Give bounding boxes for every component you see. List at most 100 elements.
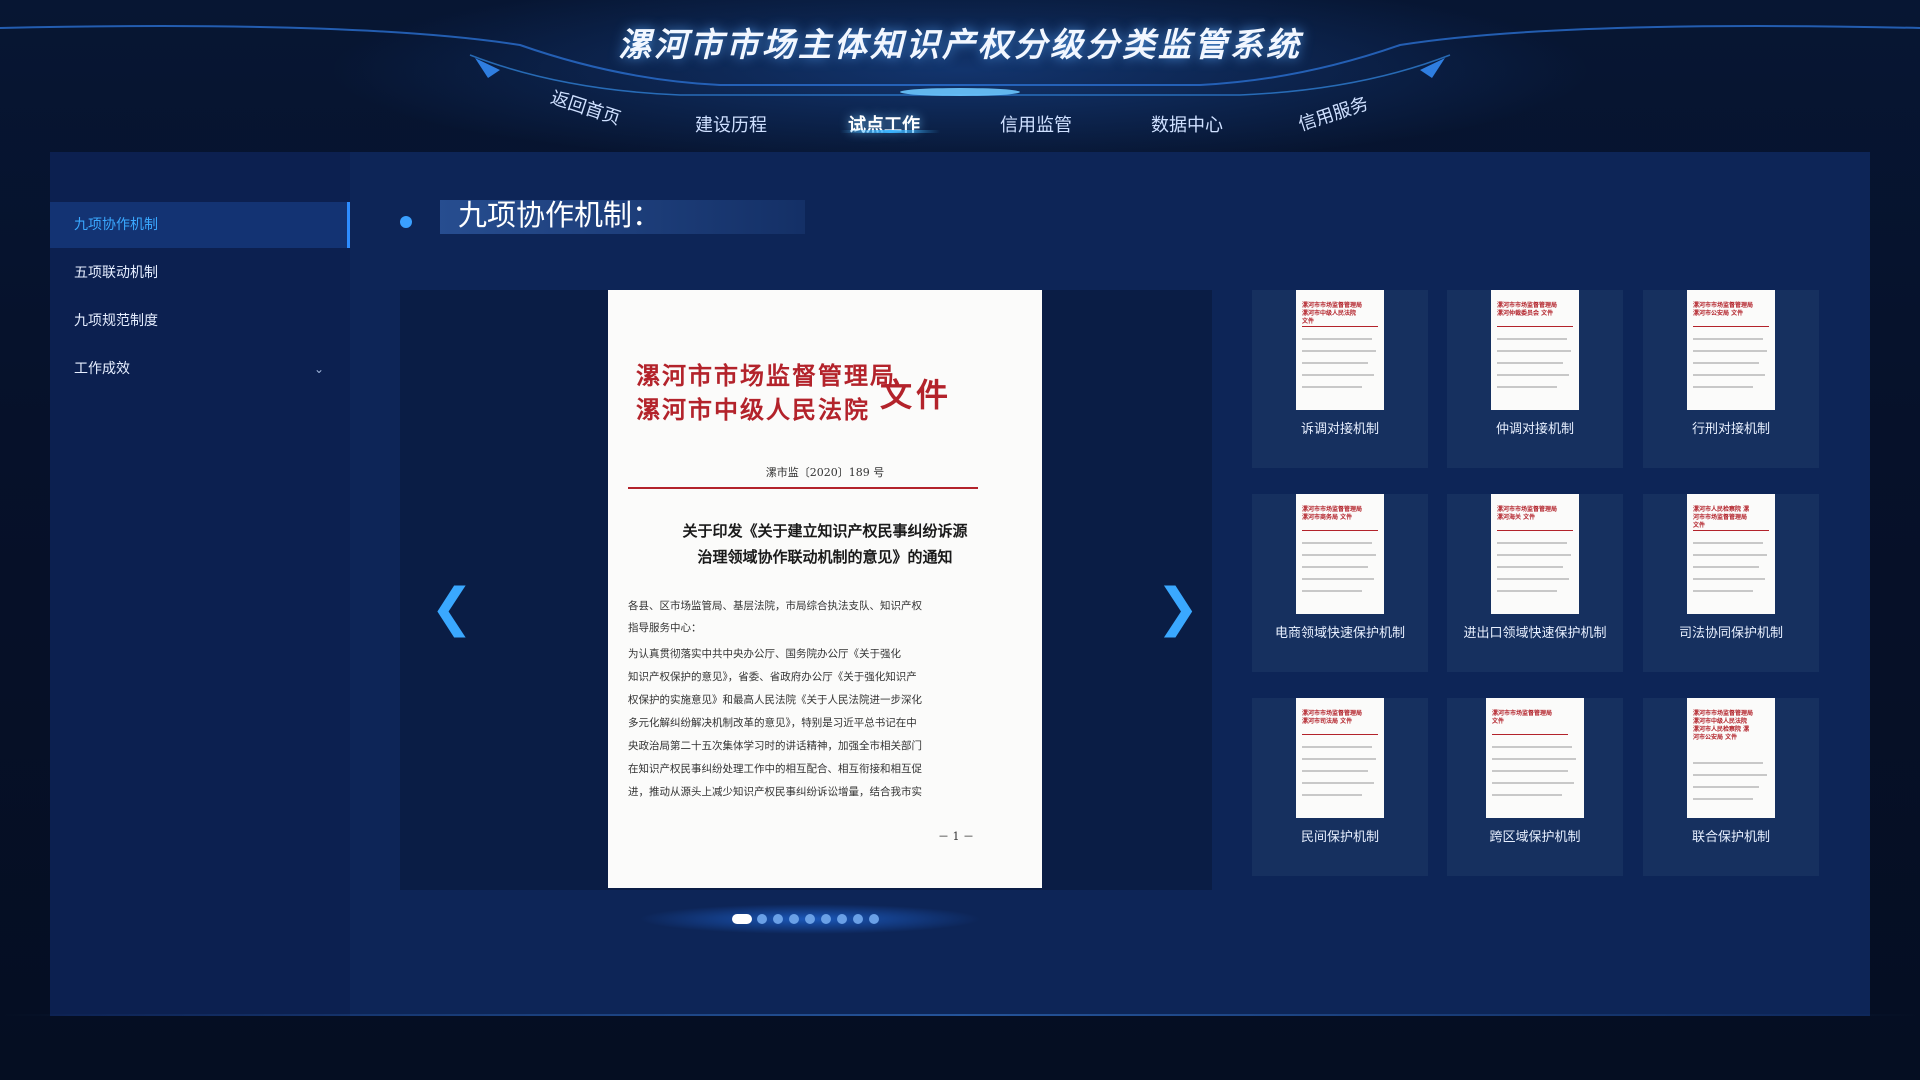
thumbnail-doc-line xyxy=(1693,386,1753,388)
thumbnail-doc-rule xyxy=(1693,326,1769,327)
thumbnail-doc-line xyxy=(1693,338,1763,340)
sidebar-item-work-results[interactable]: 工作成效 ⌄ xyxy=(50,346,350,392)
carousel-dot-3[interactable] xyxy=(773,914,783,924)
thumbnail-doc-line xyxy=(1693,590,1753,592)
thumbnail-doc-line xyxy=(1497,542,1567,544)
doc-body-line: 多元化解纠纷解决机制改革的意见》，特别是习近平总书记在中 xyxy=(628,717,917,729)
sidebar: 九项协作机制 五项联动机制 九项规范制度 工作成效 ⌄ xyxy=(50,152,350,1016)
doc-page-number: － 1 － xyxy=(938,830,974,843)
thumbnail-card[interactable]: 漯河市市场监督管理局 漯河市司法局 文件 民间保护机制 xyxy=(1252,698,1428,876)
section-bullet xyxy=(400,216,412,228)
thumbnail-doc-line xyxy=(1302,782,1374,784)
nav-active-indicator xyxy=(840,130,940,133)
nav-history[interactable]: 建设历程 xyxy=(695,111,767,137)
thumbnail-doc-line xyxy=(1302,386,1362,388)
thumbnail-doc-line xyxy=(1302,362,1368,364)
doc-file-mark: 文件 xyxy=(880,376,953,414)
thumbnail-doc-line xyxy=(1497,554,1571,556)
thumbnail-card[interactable]: 漯河市市场监督管理局 漯河仲裁委员会 文件 仲调对接机制 xyxy=(1447,290,1623,468)
carousel-dot-6[interactable] xyxy=(821,914,831,924)
doc-headline: 关于印发《关于建立知识产权民事纠纷诉源 xyxy=(682,522,968,540)
thumbnail-doc-line xyxy=(1302,566,1368,568)
doc-body-line: 权保护的实施意见》和最高人民法院《关于人民法院进一步深化 xyxy=(628,694,922,706)
thumbnail-doc-head: 漯河市市场监督管理局 漯河市中级人民法院 文件 xyxy=(1302,302,1363,325)
chevron-right-icon[interactable]: ❯ xyxy=(1156,582,1200,634)
thumbnail-label: 联合保护机制 xyxy=(1691,830,1770,845)
sidebar-item-label: 工作成效 xyxy=(74,361,130,377)
thumbnail-image: 漯河市市场监督管理局 漯河市司法局 文件 xyxy=(1296,698,1384,818)
sidebar-item-five-linkage[interactable]: 五项联动机制 xyxy=(50,250,350,296)
carousel-dot-1[interactable] xyxy=(732,914,752,924)
thumbnail-doc-line xyxy=(1693,362,1759,364)
thumbnail-doc-head: 漯河市市场监督管理局 漯河市商务局 文件 xyxy=(1302,506,1363,521)
thumbnail-label: 司法协同保护机制 xyxy=(1678,626,1783,641)
chevron-left-icon[interactable]: ❮ xyxy=(430,582,474,634)
thumbnail-doc-line xyxy=(1302,350,1376,352)
sidebar-item-nine-cooperation[interactable]: 九项协作机制 xyxy=(50,202,350,248)
document-preview[interactable]: 漯河市市场监督管理局 漯河市中级人民法院 文件 漯市监〔2020〕189 号 关… xyxy=(608,290,1042,888)
thumbnail-doc-line xyxy=(1693,374,1765,376)
carousel-dot-7[interactable] xyxy=(837,914,847,924)
thumbnail-image: 漯河市市场监督管理局 漯河海关 文件 xyxy=(1491,494,1579,614)
thumbnail-doc-line xyxy=(1302,374,1374,376)
thumbnail-doc-rule xyxy=(1302,326,1378,327)
carousel-dot-5[interactable] xyxy=(805,914,815,924)
thumbnail-label: 诉调对接机制 xyxy=(1300,422,1379,437)
thumbnail-doc-line xyxy=(1693,542,1763,544)
thumbnail-doc-head: 漯河市市场监督管理局 漯河海关 文件 xyxy=(1497,506,1558,521)
thumbnail-card[interactable]: 漯河市市场监督管理局 漯河海关 文件 进出口领域快速保护机制 xyxy=(1447,494,1623,672)
carousel-dot-9[interactable] xyxy=(869,914,879,924)
thumbnail-doc-line xyxy=(1693,554,1767,556)
sidebar-item-label: 五项联动机制 xyxy=(74,265,158,281)
thumbnail-doc-line xyxy=(1497,590,1557,592)
thumbnail-doc-head: 漯河市市场监督管理局 漯河市中级人民法院 漯河市人民检察院 漯河市公安局 文件 xyxy=(1693,710,1754,741)
carousel-dot-8[interactable] xyxy=(853,914,863,924)
thumbnail-doc-line xyxy=(1693,566,1759,568)
nav-pilot-work[interactable]: 试点工作 xyxy=(848,111,920,137)
thumbnail-card[interactable]: 漯河市市场监督管理局 漯河市中级人民法院 漯河市人民检察院 漯河市公安局 文件 … xyxy=(1643,698,1819,876)
thumbnail-doc-line xyxy=(1302,542,1372,544)
thumbnail-label: 进出口领域快速保护机制 xyxy=(1463,626,1607,641)
doc-number: 漯市监〔2020〕189 号 xyxy=(765,466,885,479)
thumbnail-doc-line xyxy=(1302,554,1376,556)
thumbnail-doc-line xyxy=(1497,374,1569,376)
carousel-dot-4[interactable] xyxy=(789,914,799,924)
header: 漯河市市场主体知识产权分级分类监管系统 返回首页 建设历程 试点工作 信用监管 … xyxy=(0,0,1920,150)
thumbnail-doc-line xyxy=(1497,350,1571,352)
thumbnail-image: 漯河市市场监督管理局 漯河市公安局 文件 xyxy=(1687,290,1775,410)
thumbnail-doc-head: 漯河市人民检察院 漯河市市场监督管理局 文件 xyxy=(1693,506,1750,529)
doc-body-line: 知识产权保护的意见》，省委、省政府办公厅《关于强化知识产 xyxy=(628,671,917,683)
thumbnail-card[interactable]: 漯河市市场监督管理局文件 跨区域保护机制 xyxy=(1447,698,1623,876)
carousel-dot-2[interactable] xyxy=(757,914,767,924)
thumbnail-label: 电商领域快速保护机制 xyxy=(1274,626,1405,641)
thumbnail-card[interactable]: 漯河市市场监督管理局 漯河市公安局 文件 行刑对接机制 xyxy=(1643,290,1819,468)
thumbnail-doc-line xyxy=(1693,786,1759,788)
thumbnail-card[interactable]: 漯河市市场监督管理局 漯河市商务局 文件 电商领域快速保护机制 xyxy=(1252,494,1428,672)
thumbnail-image: 漯河市市场监督管理局 漯河市中级人民法院 文件 xyxy=(1296,290,1384,410)
thumbnail-doc-line xyxy=(1302,746,1372,748)
thumbnail-label: 跨区域保护机制 xyxy=(1489,830,1581,845)
nav-data-center[interactable]: 数据中心 xyxy=(1151,111,1223,137)
thumbnail-doc-rule xyxy=(1497,530,1573,531)
thumbnail-doc-line xyxy=(1492,746,1572,748)
app-title: 漯河市市场主体知识产权分级分类监管系统 xyxy=(618,25,1302,64)
sidebar-item-label: 九项规范制度 xyxy=(74,313,158,329)
thumbnail-doc-line xyxy=(1492,794,1562,796)
thumbnail-doc-rule xyxy=(1693,530,1769,531)
thumbnail-doc-line xyxy=(1693,762,1763,764)
thumbnail-doc-line xyxy=(1492,770,1568,772)
thumbnail-doc-line xyxy=(1302,590,1362,592)
doc-issuer-line: 漯河市市场监督管理局 xyxy=(636,361,896,390)
sidebar-item-label: 九项协作机制 xyxy=(74,217,158,233)
thumbnail-card[interactable]: 漯河市人民检察院 漯河市市场监督管理局 文件 司法协同保护机制 xyxy=(1643,494,1819,672)
thumbnail-label: 仲调对接机制 xyxy=(1495,422,1574,437)
thumbnail-image: 漯河市人民检察院 漯河市市场监督管理局 文件 xyxy=(1687,494,1775,614)
thumbnail-doc-line xyxy=(1492,758,1576,760)
nav-credit-supervision[interactable]: 信用监管 xyxy=(1000,111,1072,137)
thumbnail-doc-head: 漯河市市场监督管理局文件 xyxy=(1492,710,1553,725)
thumbnail-card[interactable]: 漯河市市场监督管理局 漯河市中级人民法院 文件 诉调对接机制 xyxy=(1252,290,1428,468)
doc-issuer-line: 漯河市中级人民法院 xyxy=(636,395,870,424)
doc-body-line: 在知识产权民事纠纷处理工作中的相互配合、相互衔接和相互促 xyxy=(628,763,922,775)
thumbnail-doc-line xyxy=(1497,338,1567,340)
sidebar-item-nine-norms[interactable]: 九项规范制度 xyxy=(50,298,350,344)
